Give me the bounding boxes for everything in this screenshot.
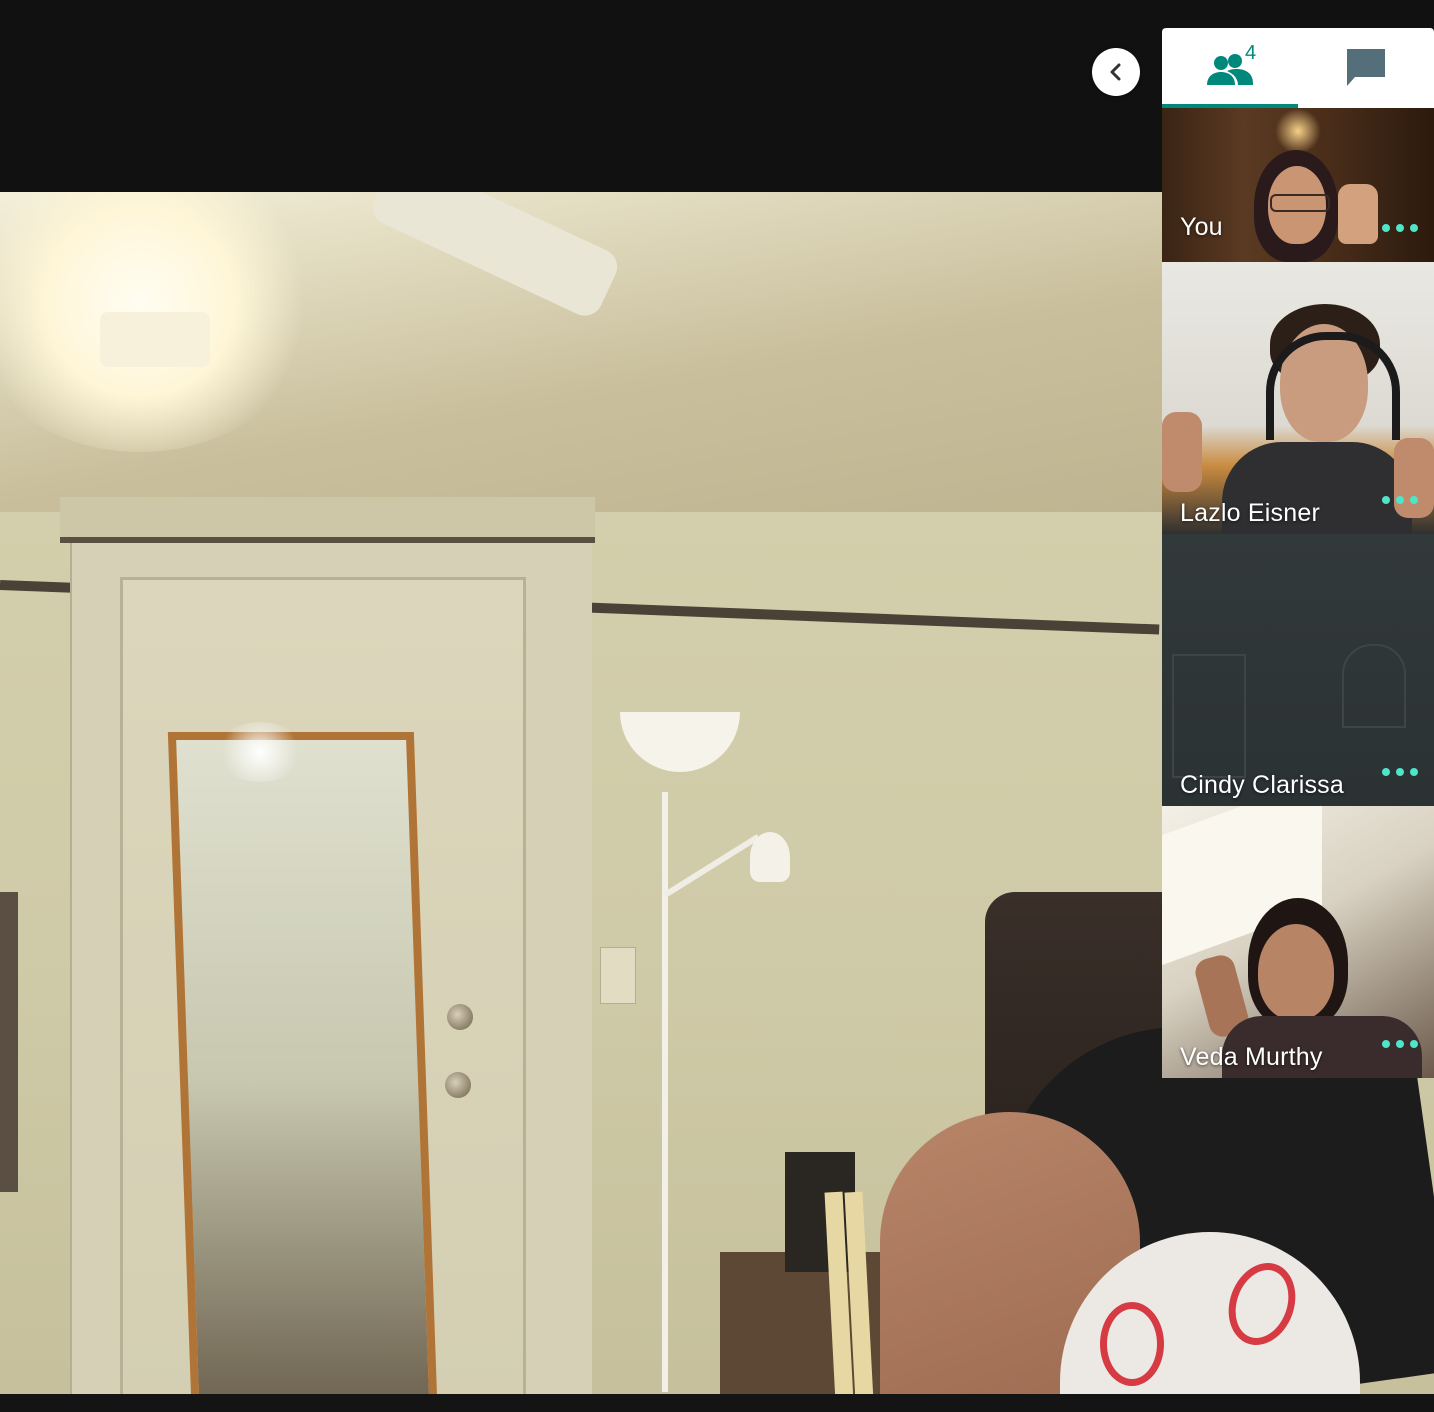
participant-tile[interactable]: Cindy Clarissa: [1162, 534, 1434, 806]
more-dot: [1382, 768, 1390, 776]
video-door-knob: [445, 1072, 471, 1098]
participant-name: Lazlo Eisner: [1180, 499, 1320, 527]
glasses: [1270, 194, 1330, 212]
more-dot: [1410, 224, 1418, 232]
video-door-knob: [447, 1004, 473, 1030]
thumbs-up-hand: [1162, 412, 1202, 492]
participant-tile[interactable]: Veda Murthy: [1162, 806, 1434, 1078]
collapse-panel-button[interactable]: [1092, 48, 1140, 96]
participant-count-badge: 4: [1245, 42, 1257, 64]
more-dot: [1410, 768, 1418, 776]
more-dot: [1396, 1040, 1404, 1048]
thumbs-up-hand: [1338, 184, 1378, 244]
more-dot: [1396, 768, 1404, 776]
tab-participants[interactable]: 4: [1162, 28, 1298, 108]
participants-panel: 4 You Lazlo Eisner Cindy Clarissa Veda M…: [1162, 28, 1434, 1078]
bottom-bar: [0, 1394, 1434, 1412]
participant-name: Cindy Clarissa: [1180, 771, 1344, 799]
dark-video-shape: [1172, 654, 1246, 778]
video-mirror: [167, 732, 439, 1394]
participant-more-button[interactable]: [1382, 760, 1418, 784]
video-door-head: [60, 497, 595, 543]
participant-name: Veda Murthy: [1180, 1043, 1323, 1071]
video-sock-mark: [1217, 1253, 1307, 1355]
video-fan-base: [100, 312, 210, 367]
panel-tabs: 4: [1162, 28, 1434, 108]
video-light-switch: [600, 947, 636, 1004]
video-lamp-pole: [662, 792, 668, 1392]
participant-name: You: [1180, 213, 1223, 241]
video-lamp-small: [750, 832, 790, 882]
headphones: [1266, 332, 1400, 440]
more-dot: [1410, 1040, 1418, 1048]
more-dot: [1410, 496, 1418, 504]
tab-chat[interactable]: [1298, 28, 1434, 108]
video-sock-mark: [1100, 1302, 1164, 1386]
more-dot: [1396, 496, 1404, 504]
participant-more-button[interactable]: [1382, 488, 1418, 512]
participant-tile[interactable]: You: [1162, 108, 1434, 262]
participant-tile[interactable]: Lazlo Eisner: [1162, 262, 1434, 534]
chevron-left-icon: [1110, 63, 1121, 81]
video-left-edge: [0, 892, 18, 1192]
chat-icon: [1347, 49, 1385, 86]
video-mirror-glow: [215, 722, 305, 782]
participant-more-button[interactable]: [1382, 216, 1418, 240]
participant-face: [1258, 924, 1334, 1020]
more-dot: [1382, 1040, 1390, 1048]
participant-more-button[interactable]: [1382, 1032, 1418, 1056]
more-dot: [1382, 496, 1390, 504]
more-dot: [1382, 224, 1390, 232]
dark-video-shape: [1342, 644, 1406, 728]
more-dot: [1396, 224, 1404, 232]
